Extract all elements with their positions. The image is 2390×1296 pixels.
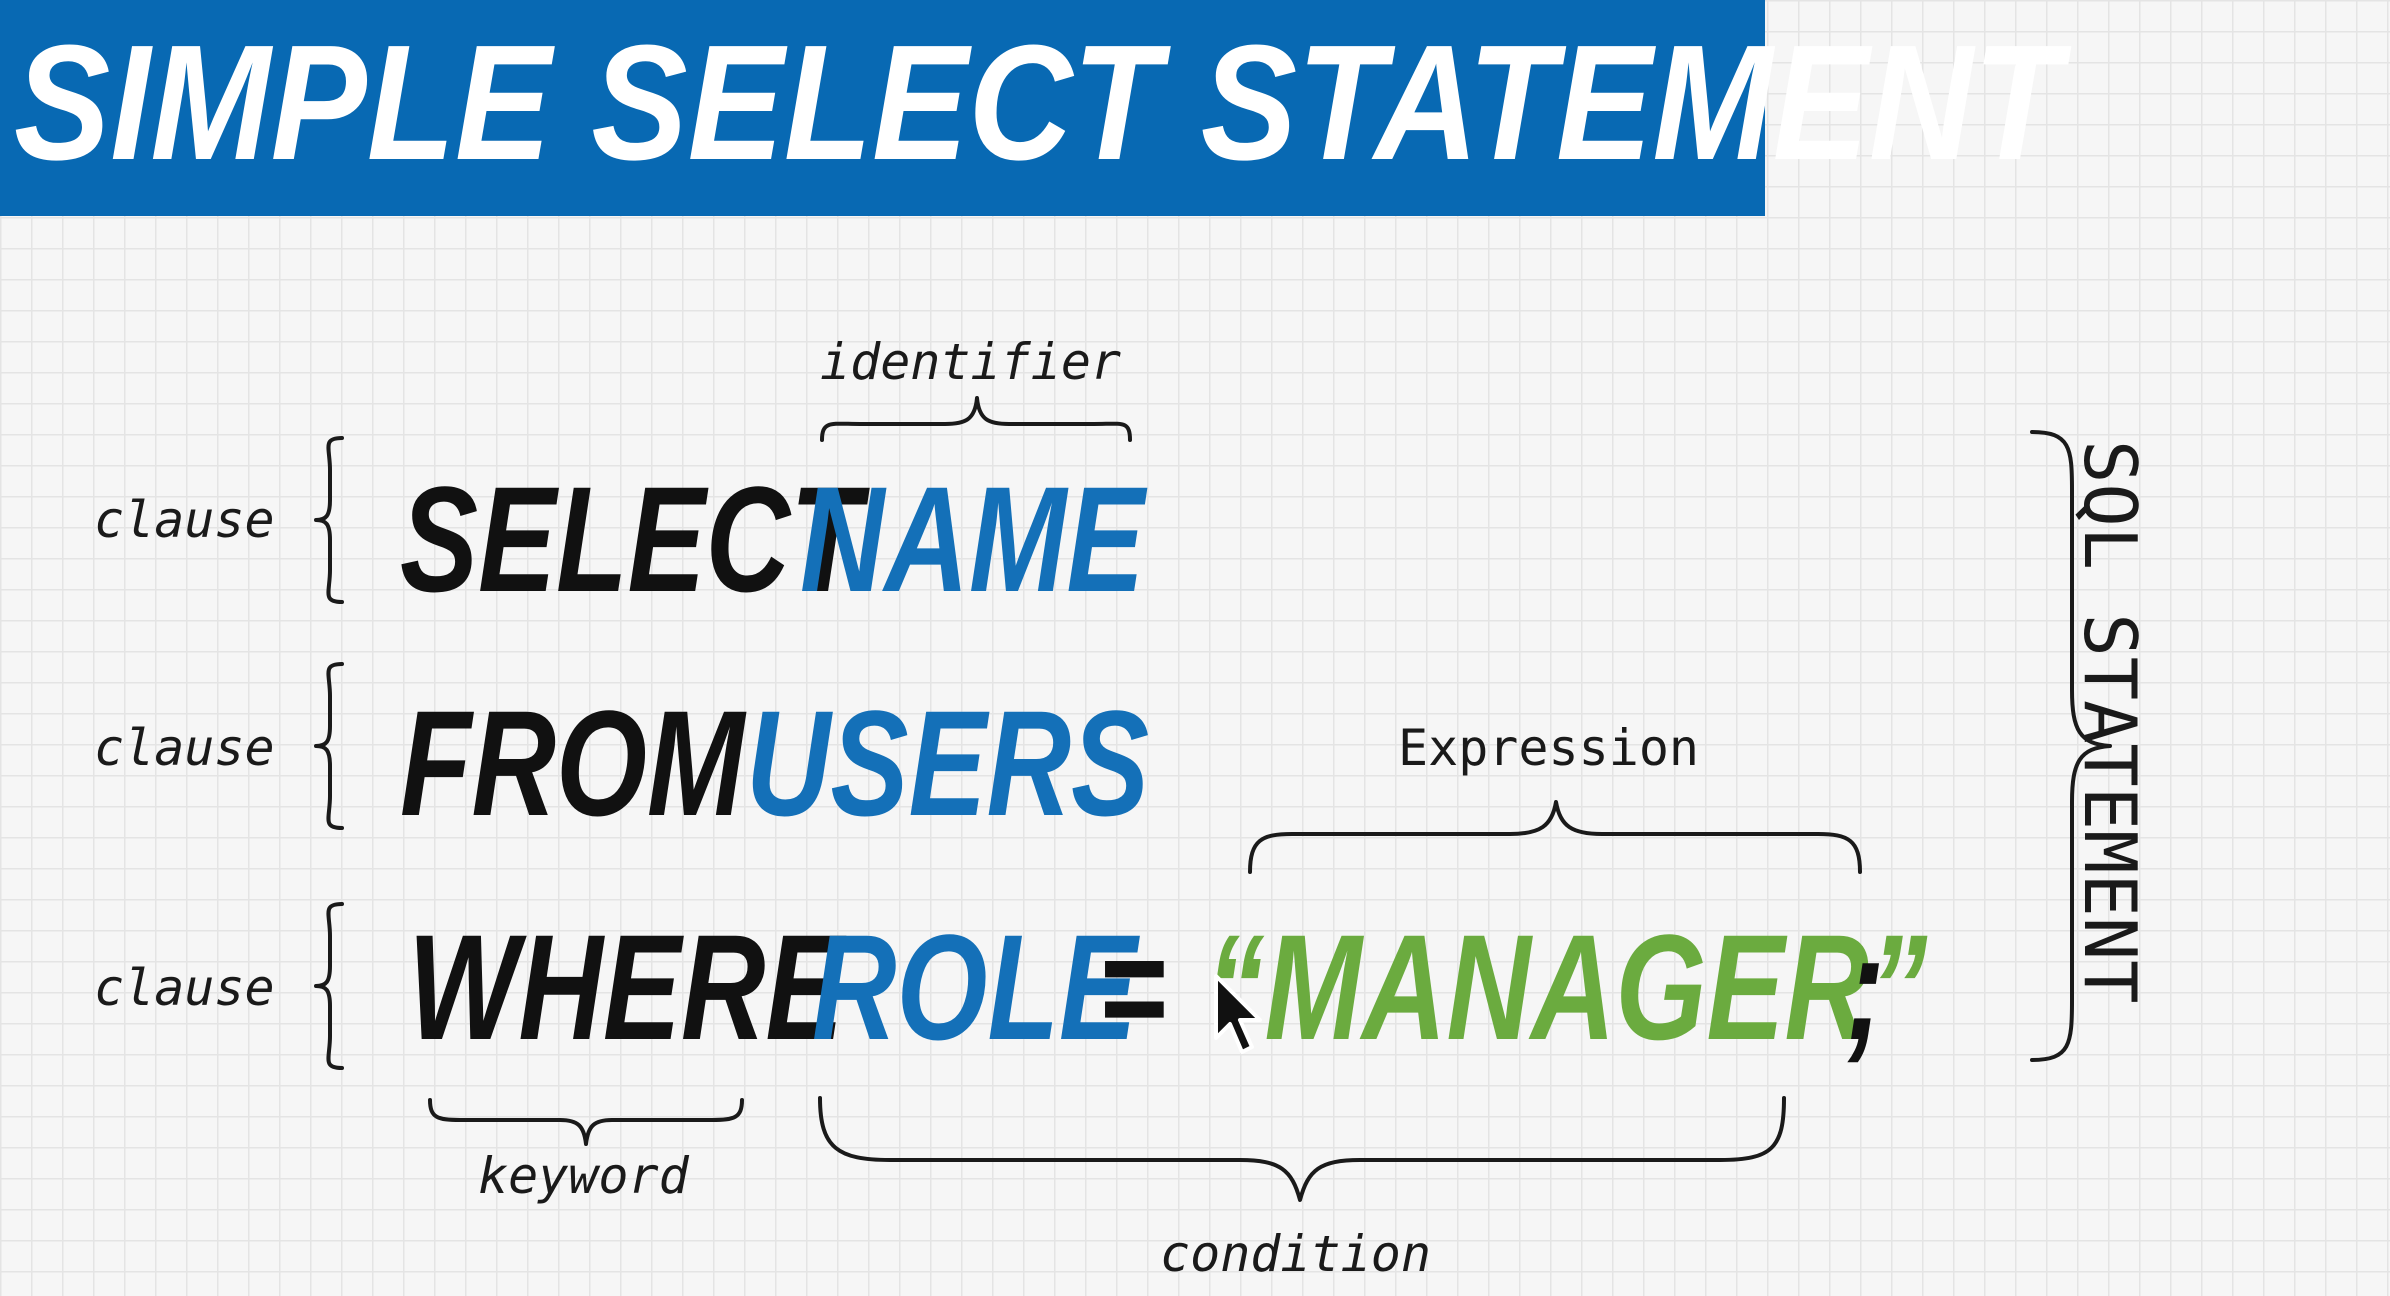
- clause-brace-from: [314, 662, 344, 830]
- clause-brace-select: [314, 436, 344, 604]
- brace-graphics: [314, 396, 2112, 1202]
- condition-brace: [818, 1096, 1786, 1202]
- clause-brace-where: [314, 902, 344, 1070]
- cursor-pointer-icon: [1214, 974, 1262, 1054]
- keyword-brace: [428, 1098, 744, 1146]
- statement-brace: [2030, 430, 2112, 1062]
- expression-brace: [1248, 800, 1862, 874]
- identifier-brace: [820, 396, 1132, 442]
